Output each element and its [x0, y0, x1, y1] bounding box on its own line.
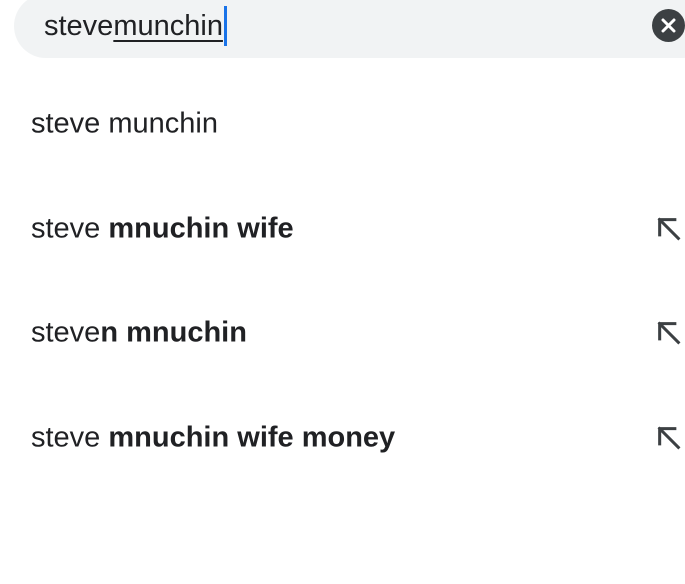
suggestion-label: steve munchin — [31, 108, 218, 141]
arrow-up-left-icon[interactable] — [655, 215, 683, 243]
suggestion-bold-text: mnuchin wife — [108, 212, 294, 245]
suggestion-item[interactable]: steve mnuchin wife money — [0, 388, 685, 488]
close-icon — [661, 18, 676, 33]
search-bar[interactable]: steve munchin — [14, 0, 685, 58]
arrow-up-left-icon[interactable] — [655, 319, 683, 347]
search-autocomplete-screen: steve munchin steve munchin steve mnuchi… — [0, 0, 685, 584]
suggestion-label: steve mnuchin wife — [31, 213, 294, 246]
suggestion-plain-text: steve munchin — [31, 107, 218, 140]
suggestion-label: steve mnuchin wife money — [31, 422, 395, 455]
search-composing-word: munchin — [113, 9, 223, 42]
suggestion-bold-text: mnuchin wife money — [108, 421, 396, 454]
suggestion-plain-text: steve — [31, 212, 109, 245]
suggestion-item[interactable]: steven mnuchin — [0, 283, 685, 383]
suggestion-plain-text: steve — [31, 316, 101, 349]
suggestion-bold-text: n mnuchin — [100, 316, 247, 349]
suggestion-item[interactable]: steve mnuchin wife — [0, 179, 685, 279]
search-typed-text: steve — [44, 9, 114, 42]
clear-search-button[interactable] — [652, 9, 685, 42]
text-cursor — [223, 6, 227, 46]
suggestion-label: steven mnuchin — [31, 317, 247, 350]
suggestion-item[interactable]: steve munchin — [0, 74, 685, 174]
suggestion-plain-text: steve — [31, 421, 109, 454]
search-input[interactable]: steve munchin — [44, 0, 227, 58]
arrow-up-left-icon[interactable] — [655, 424, 683, 452]
